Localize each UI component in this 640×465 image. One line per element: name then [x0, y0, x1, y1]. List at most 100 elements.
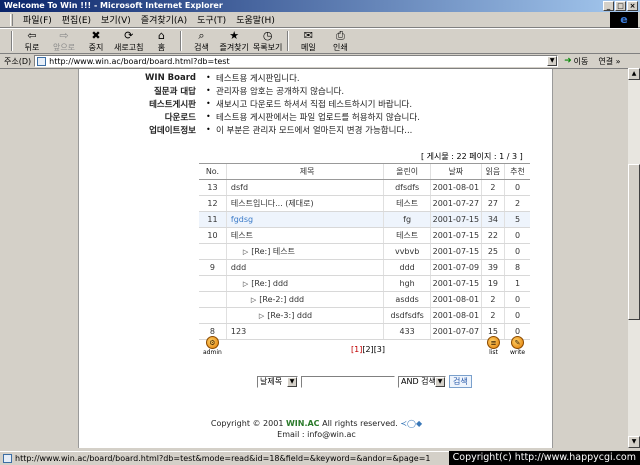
table-row[interactable]: ▷ [Re:] 테스트 vvbvb 2001-07-15 25 0 [199, 243, 530, 260]
cell-author: asdds [383, 291, 431, 308]
search-button[interactable]: ⌕ 검색 [185, 29, 217, 53]
cell-title[interactable]: ▷ [Re:] 테스트 [225, 243, 384, 260]
cell-no: 10 [199, 227, 227, 244]
stop-button[interactable]: ✖ 중지 [80, 29, 112, 53]
menu-edit[interactable]: 편집(E) [62, 13, 91, 26]
post-title-link[interactable]: ddd [231, 263, 246, 272]
search-field-select[interactable]: 날제목 ▼ [257, 375, 298, 388]
scroll-thumb[interactable] [628, 164, 640, 320]
page-link-1[interactable]: [1] [351, 345, 362, 354]
scroll-down-button[interactable]: ▼ [628, 436, 640, 448]
table-row[interactable]: 12 테스트입니다... (제대로) 테스트 2001-07-27 27 2 [199, 195, 530, 212]
page-link-2[interactable]: [2] [362, 345, 373, 354]
post-title-link[interactable]: [Re:] ddd [251, 279, 288, 288]
search-mode-select[interactable]: AND 검색 ▼ [398, 375, 446, 388]
reply-arrow-icon: ▷ [242, 248, 249, 256]
info-key: 다운로드 [164, 112, 196, 123]
window-controls: _ □ × [603, 1, 638, 11]
maximize-button[interactable]: □ [615, 1, 626, 11]
board-header-row: No. 제목 올린이 날짜 읽음 추천 [199, 163, 530, 180]
footer-copyright-prefix: Copyright © 2001 [210, 419, 286, 428]
cell-title[interactable]: ▷ [Re:] ddd [225, 275, 384, 292]
table-row[interactable]: ▷ [Re-2:] ddd asdds 2001-08-01 2 0 [199, 291, 530, 308]
menu-tools[interactable]: 도구(T) [197, 13, 226, 26]
table-row[interactable]: ▷ [Re-3:] ddd dsdfsdfs 2001-08-01 2 0 [199, 307, 530, 324]
history-button[interactable]: ◷ 목록보기 [251, 29, 284, 53]
reply-arrow-icon: ▷ [242, 280, 249, 288]
admin-button[interactable]: ⚙ admin [203, 336, 222, 356]
address-dropdown-icon[interactable]: ▼ [547, 56, 558, 66]
write-button[interactable]: ✎ write [510, 336, 525, 356]
post-title-link[interactable]: [Re:] 테스트 [251, 247, 295, 256]
cell-rec: 8 [504, 259, 530, 276]
table-row[interactable]: 11 fgdsg fg 2001-07-15 34 5 [199, 211, 530, 228]
cell-no: 12 [199, 195, 227, 212]
close-button[interactable]: × [627, 1, 638, 11]
pager: [1][2][3] [351, 345, 385, 354]
forward-arrow-button[interactable]: ⇨ 앞으로 [48, 29, 80, 53]
table-row[interactable]: 8 123 433 2001-07-07 15 0 [199, 323, 530, 340]
go-arrow-icon: ➜ [564, 56, 572, 66]
favorites-icon: ★ [229, 29, 240, 42]
cell-date: 2001-07-15 [429, 227, 482, 244]
cell-title[interactable]: ddd [225, 259, 384, 276]
favorites-button[interactable]: ★ 즐겨찾기 [217, 29, 250, 53]
cell-no [199, 291, 227, 308]
info-row: 다운로드 • 테스트용 게시판에서는 파일 업로드를 허용하지 않습니다. [79, 110, 554, 123]
address-input[interactable]: http://www.win.ac/board/board.html?db=te… [34, 55, 559, 67]
vertical-scrollbar[interactable]: ▲ ▼ [628, 68, 640, 448]
cell-author: fg [383, 211, 431, 228]
cell-read: 39 [480, 259, 505, 276]
page-link-3[interactable]: [3] [374, 345, 385, 354]
cell-title[interactable]: ▷ [Re-2:] ddd [225, 291, 384, 308]
cell-title[interactable]: 123 [225, 323, 384, 340]
cell-title[interactable]: ▷ [Re-3:] ddd [225, 307, 384, 324]
cell-title[interactable]: 테스트 [225, 227, 384, 244]
header-title: 제목 [225, 163, 384, 180]
go-button[interactable]: ➜ 이동 [564, 56, 588, 67]
cell-no: 9 [199, 259, 227, 276]
menu-file[interactable]: 파일(F) [23, 13, 52, 26]
cell-title[interactable]: 테스트입니다... (제대로) [225, 195, 384, 212]
search-button[interactable]: 검색 [449, 375, 472, 388]
home-button[interactable]: ⌂ 홈 [145, 29, 177, 53]
footer-email[interactable]: Email : info@win.ac [79, 430, 554, 439]
post-title-link[interactable]: [Re-3:] ddd [267, 311, 312, 320]
cell-author: vvbvb [383, 243, 431, 260]
minimize-button[interactable]: _ [603, 1, 614, 11]
menu-help[interactable]: 도움말(H) [236, 13, 275, 26]
post-title-link[interactable]: 테스트 [231, 231, 253, 240]
status-url: http://www.win.ac/board/board.html?db=te… [15, 454, 431, 463]
toolbar-label: 중지 [88, 43, 104, 52]
post-title-link[interactable]: fgdsg [231, 215, 253, 224]
cell-title[interactable]: dsfd [225, 179, 384, 196]
cell-rec: 2 [504, 195, 530, 212]
print-button[interactable]: ⎙ 인쇄 [324, 29, 356, 53]
table-row[interactable]: 13 dsfd dfsdfs 2001-08-01 2 0 [199, 179, 530, 196]
links-button[interactable]: 연결 » [598, 56, 620, 67]
refresh-button[interactable]: ⟳ 새로고침 [112, 29, 145, 53]
post-title-link[interactable]: 123 [231, 327, 246, 336]
mail-icon: ✉ [303, 29, 313, 42]
footer-brand: WIN.AC [285, 419, 320, 428]
board-page: WIN Board • 테스트용 게시판입니다. 질문과 대답 • 관리자용 암호는 공개… [78, 69, 553, 448]
table-row[interactable]: ▷ [Re:] ddd hgh 2001-07-15 19 1 [199, 275, 530, 292]
mail-button[interactable]: ✉ 메일 [292, 29, 324, 53]
scroll-up-button[interactable]: ▲ [628, 68, 640, 80]
post-title-link[interactable]: 테스트입니다... (제대로) [231, 199, 314, 208]
post-title-link[interactable]: [Re-2:] ddd [259, 295, 304, 304]
cell-date: 2001-08-01 [429, 307, 482, 324]
cell-title[interactable]: fgdsg [225, 211, 384, 228]
back-arrow-button[interactable]: ⇦ 뒤로 [16, 29, 48, 53]
table-row[interactable]: 10 테스트 테스트 2001-07-15 22 0 [199, 227, 530, 244]
bullet: • [206, 73, 211, 82]
menu-favorites[interactable]: 즐겨찾기(A) [141, 13, 187, 26]
cell-no: 13 [199, 179, 227, 196]
write-icon: ✎ [511, 336, 525, 349]
list-button[interactable]: ≡ list [487, 336, 500, 356]
reply-arrow-icon: ▷ [250, 296, 257, 304]
search-input[interactable] [301, 375, 395, 388]
menu-view[interactable]: 보기(V) [101, 13, 131, 26]
table-row[interactable]: 9 ddd ddd 2001-07-09 39 8 [199, 259, 530, 276]
post-title-link[interactable]: dsfd [231, 183, 248, 192]
